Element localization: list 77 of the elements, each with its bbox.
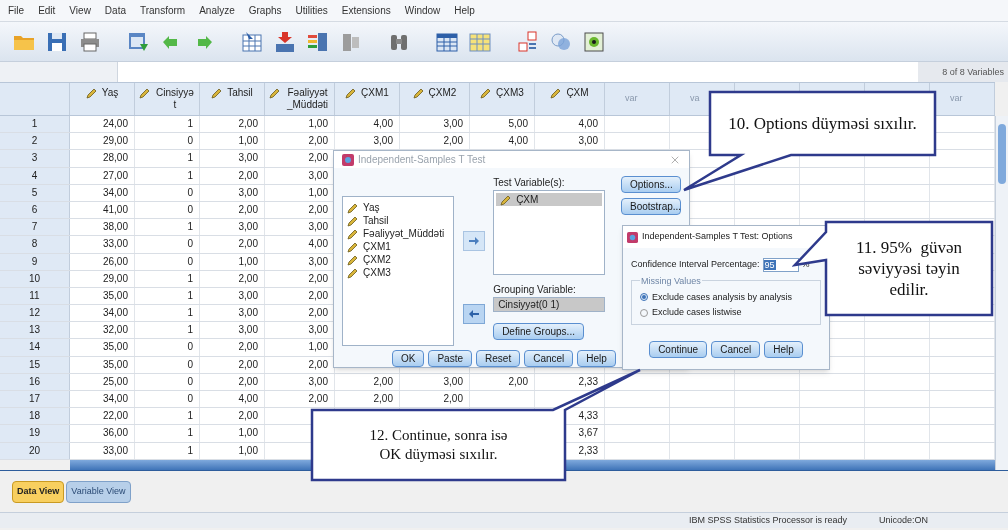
radio-label: Exclude cases analysis by analysis — [652, 290, 793, 304]
table-cell: 1 — [135, 425, 200, 442]
column-label: Tahsil — [227, 87, 253, 99]
table-cell: 2,00 — [200, 116, 265, 133]
table-cell: 2,00 — [265, 305, 335, 322]
table-cell: 3,00 — [200, 322, 265, 339]
table-cell: 1,00 — [265, 339, 335, 356]
status-text: Unicode:ON — [878, 513, 928, 527]
status-text: IBM SPSS Statistics Processor is ready — [688, 513, 847, 527]
callout-text: 12. Continue, sonra isə OK düyməsi sıxılır. — [368, 426, 509, 464]
table-cell: 1,00 — [200, 425, 265, 442]
table-cell: 1 — [135, 322, 200, 339]
radio-label: Exclude cases listwise — [652, 306, 742, 319]
table-cell: 2,00 — [200, 408, 265, 425]
table-cell: 2,00 — [265, 133, 335, 150]
table-cell: 35,00 — [70, 339, 135, 356]
column-label: ÇXM2 — [428, 87, 457, 99]
group-label: Missing Values — [640, 275, 702, 289]
table-cell: 34,00 — [70, 305, 135, 322]
table-cell: 3,00 — [265, 322, 335, 339]
table-cell: 33,00 — [70, 236, 135, 253]
column-label: Yaş — [101, 87, 119, 99]
table-cell: 4,00 — [265, 236, 335, 253]
table-cell: 3,00 — [400, 116, 470, 133]
table-cell: 4,00 — [535, 116, 605, 133]
table-cell: 3,00 — [535, 133, 605, 150]
table-cell: 0 — [135, 339, 200, 356]
table-cell: 3,00 — [200, 150, 265, 167]
table-cell: 1 — [135, 219, 200, 236]
table-cell: 36,00 — [70, 425, 135, 442]
table-cell: 5,00 — [470, 116, 535, 133]
table-cell: 1,00 — [200, 133, 265, 150]
table-cell: 0 — [135, 133, 200, 150]
table-cell: 2,00 — [265, 391, 335, 408]
variable-count: 8 of 8 Variables — [918, 62, 1008, 82]
dialog-title: Independent-Samples T Test — [358, 153, 487, 167]
table-cell: 38,00 — [70, 219, 135, 236]
table-cell: 34,00 — [70, 391, 135, 408]
table-cell: 4,00 — [335, 116, 400, 133]
field-label: Test Variable(s): — [493, 176, 566, 190]
callout-text: 10. Options düyməsi sıxılır. — [728, 112, 917, 135]
column-label: ÇXM1 — [361, 87, 389, 99]
column-label: Fəaliyyət_Müddəti — [285, 87, 330, 111]
dialog-title: Independent-Samples T Test: Options — [642, 230, 793, 244]
table-cell: 4,00 — [470, 133, 535, 150]
table-cell: 2,00 — [200, 236, 265, 253]
table-cell: 1 — [135, 116, 200, 133]
table-cell: 1 — [135, 150, 200, 167]
column-label: ÇXM3 — [496, 87, 524, 99]
table-cell: 1 — [135, 305, 200, 322]
table-cell: 3,00 — [200, 305, 265, 322]
table-cell: 29,00 — [70, 133, 135, 150]
table-cell: 22,00 — [70, 408, 135, 425]
table-cell: 1 — [135, 408, 200, 425]
column-label: var — [950, 92, 963, 106]
table-cell: 4,00 — [200, 391, 265, 408]
table-cell: 24,00 — [70, 116, 135, 133]
column-label: va — [690, 92, 700, 106]
table-cell: 3,00 — [335, 133, 400, 150]
table-cell: 2,00 — [200, 339, 265, 356]
column-label: var — [625, 92, 638, 106]
table-cell: 1,00 — [265, 116, 335, 133]
table-cell: 2,00 — [400, 133, 470, 150]
table-cell: 2,00 — [400, 391, 470, 408]
table-cell: 28,00 — [70, 150, 135, 167]
column-label: Cinsiyyət — [155, 87, 195, 111]
table-cell: 32,00 — [70, 322, 135, 339]
table-cell: 3,00 — [265, 219, 335, 236]
field-label: Confidence Interval Percentage: — [631, 258, 760, 272]
field-label: Grouping Variable: — [493, 283, 577, 297]
table-cell: 2,00 — [265, 150, 335, 167]
table-cell: 0 — [135, 391, 200, 408]
table-cell: 3,00 — [200, 219, 265, 236]
callout-text: 11. 95% güvən səviyyəsi təyin edilir. — [854, 236, 964, 301]
table-cell: 0 — [135, 236, 200, 253]
column-label: ÇXM — [566, 87, 589, 99]
table-cell: 2,00 — [335, 391, 400, 408]
